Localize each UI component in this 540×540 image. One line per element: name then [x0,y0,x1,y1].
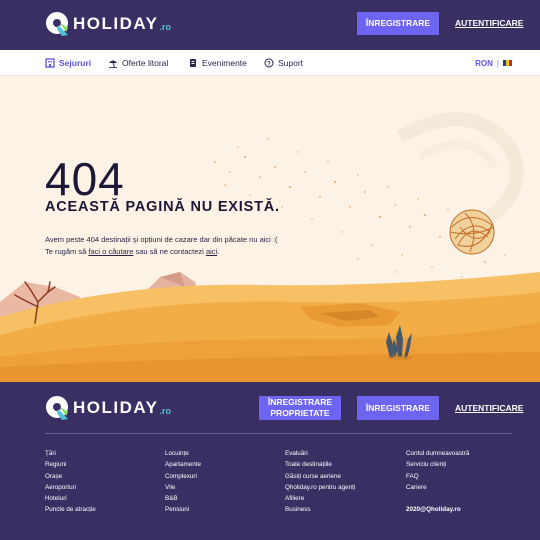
footer-column-4: Contul dumneavoastră Serviciu clienți FA… [406,448,469,516]
footer-column-1: Țări Regiuni Orașe Aeroporturi Hoteluri … [45,448,96,516]
footer-link[interactable]: Locuințe [165,448,201,459]
footer-column-3: Evaluări Toate destinațiile Găsiți curse… [285,448,355,516]
nav-label: Oferte litoral [122,58,169,68]
footer-brand-logo[interactable]: HOLIDAY .ro [45,395,171,421]
footer-link[interactable]: Hoteluri [45,493,96,504]
nav-label: Sejururi [59,58,92,68]
footer-divider [45,433,512,434]
brand-logo[interactable]: HOLIDAY .ro [45,11,171,37]
error-line-2-prefix: Te rugăm să [45,247,89,256]
desert-illustration [0,112,540,382]
logo-q-icon [46,12,68,36]
footer-login-link[interactable]: AUTENTIFICARE [455,403,523,413]
error-hero: 404 ACEASTĂ PAGINĂ NU EXISTĂ. Avem peste… [0,77,540,382]
footer-brand-tld: .ro [159,406,171,416]
footer-link[interactable]: FAQ [406,471,469,482]
footer-link[interactable]: Pensiuni [165,504,201,515]
footer-brand-name: HOLIDAY [73,398,159,417]
footer-link[interactable]: Regiuni [45,459,96,470]
footer-link[interactable]: Afiliere [285,493,355,504]
register-button[interactable]: ÎNREGISTRARE [357,12,439,35]
footer-spacer [406,493,469,504]
error-message: Avem peste 404 destinații și opțiuni de … [45,234,278,258]
brand-name: HOLIDAY [73,14,159,33]
footer-link[interactable]: Aeroporturi [45,482,96,493]
footer-link[interactable]: B&B [165,493,201,504]
login-link[interactable]: AUTENTIFICARE [455,18,523,28]
brand-tld: .ro [159,22,171,32]
footer-link[interactable]: Cariere [406,482,469,493]
nav-item-suport[interactable]: ? Suport [264,50,303,76]
register-property-button[interactable]: ÎNREGISTRARE PROPRIETATE [259,396,341,420]
help-icon: ? [264,58,274,68]
building-icon [45,58,55,68]
footer-link[interactable]: Toate destinațiile [285,459,355,470]
nav-item-sejururi[interactable]: Sejururi [45,50,91,76]
svg-text:?: ? [267,61,271,67]
beach-umbrella-icon [109,60,117,68]
nav-item-evenimente[interactable]: Evenimente [188,50,247,76]
romania-flag-icon [503,60,512,66]
footer-link[interactable]: Vile [165,482,201,493]
footer-link[interactable]: Puncte de atracție [45,504,96,515]
ticket-icon [190,59,196,67]
footer-link[interactable]: Orașe [45,471,96,482]
currency-label: RON [475,58,493,68]
nav-label: Evenimente [202,58,247,68]
footer-link[interactable]: Găsiți curse aeriene [285,471,355,482]
search-link[interactable]: faci o căutare [88,247,133,256]
footer-link[interactable]: Apartamente [165,459,201,470]
error-line-2: Te rugăm să faci o căutare sau să ne con… [45,246,278,258]
footer-link[interactable]: Contul dumneavoastră [406,448,469,459]
footer-link[interactable]: Business [285,504,355,515]
footer-column-2: Locuințe Apartamente Complexuri Vile B&B… [165,448,201,516]
top-header: HOLIDAY .ro ÎNREGISTRARE AUTENTIFICARE [0,0,540,50]
site-footer: HOLIDAY .ro ÎNREGISTRARE PROPRIETATE ÎNR… [0,382,540,540]
separator: | [496,58,499,68]
copyright: 2020@Qholiday.ro [406,506,461,514]
category-nav: Sejururi Oferte litoral Evenimente ? Sup… [0,50,540,76]
error-title: ACEASTĂ PAGINĂ NU EXISTĂ. [45,199,280,215]
error-line-2-suffix: . [217,247,220,256]
footer-link[interactable]: Qholiday.ro pentru agenți [285,482,355,493]
footer-register-button[interactable]: ÎNREGISTRARE [357,396,439,420]
footer-link[interactable]: Serviciu clienți [406,459,469,470]
currency-language-selector[interactable]: RON | [475,50,512,76]
error-line-1: Avem peste 404 destinații și opțiuni de … [45,235,278,244]
footer-link[interactable]: Evaluări [285,448,355,459]
footer-link[interactable]: Țări [45,448,96,459]
nav-label: Suport [278,58,304,68]
footer-link[interactable]: Complexuri [165,471,201,482]
nav-item-oferte-litoral[interactable]: Oferte litoral [108,50,168,76]
contact-link[interactable]: aici [206,247,217,256]
error-line-2-middle: sau să ne contactezi [133,247,206,256]
logo-q-icon [46,396,68,420]
error-code: 404 [45,153,125,205]
